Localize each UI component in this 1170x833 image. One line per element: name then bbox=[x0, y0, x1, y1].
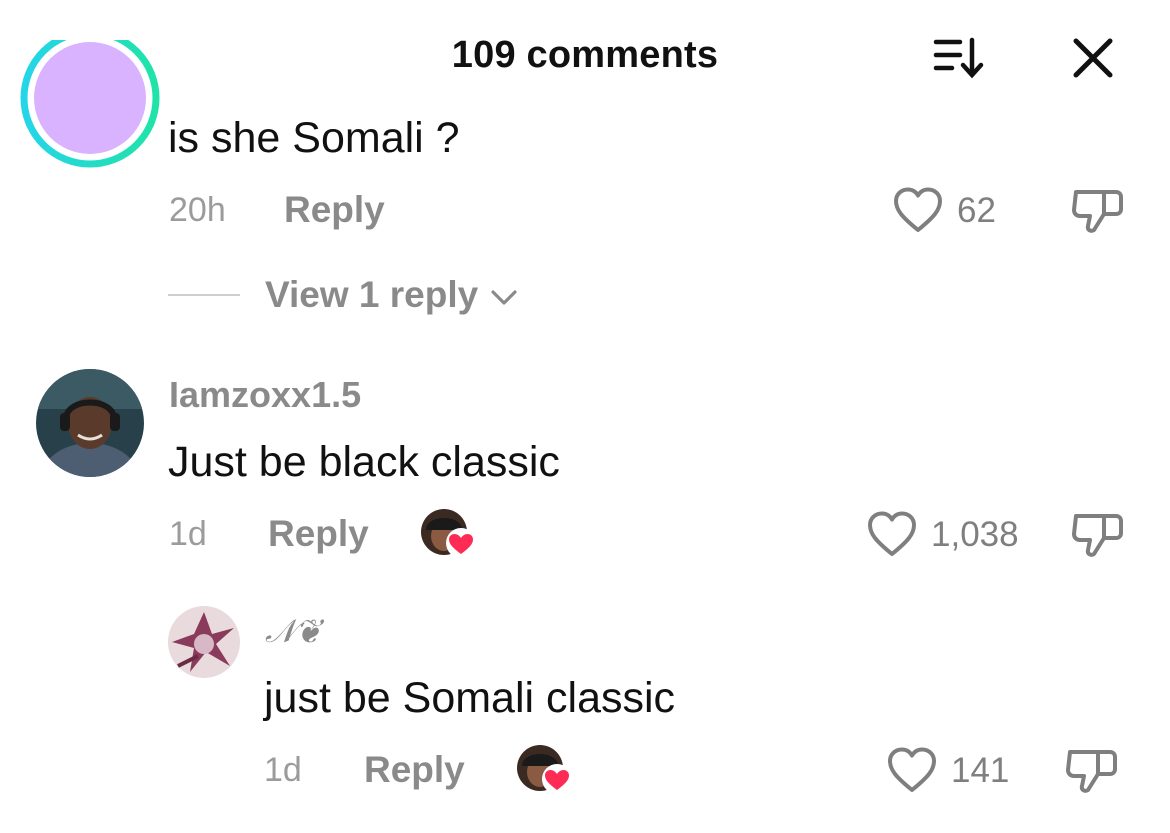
reply-button[interactable]: Reply bbox=[284, 189, 385, 231]
comment-username[interactable]: Iamzoxx1.5 bbox=[169, 374, 361, 416]
replies-divider bbox=[168, 294, 240, 296]
dislike-button[interactable] bbox=[1064, 746, 1120, 801]
sort-icon bbox=[933, 37, 984, 79]
comment-text: is she Somali ? bbox=[168, 114, 460, 162]
heart-icon bbox=[894, 187, 942, 232]
comment-time: 1d bbox=[169, 515, 207, 553]
dislike-icon bbox=[1072, 514, 1123, 557]
comment-time: 1d bbox=[264, 751, 302, 789]
heart-icon bbox=[888, 747, 936, 792]
close-icon bbox=[1073, 38, 1113, 78]
avatar[interactable] bbox=[36, 369, 144, 477]
reply-button[interactable]: Reply bbox=[364, 749, 465, 791]
creator-liked-badge bbox=[516, 744, 572, 794]
creator-liked-badge bbox=[420, 508, 476, 558]
like-button[interactable] bbox=[866, 510, 918, 563]
dislike-button[interactable] bbox=[1070, 186, 1126, 241]
comment-time: 20h bbox=[169, 191, 226, 229]
view-replies-label: View 1 reply bbox=[265, 274, 479, 315]
dislike-button[interactable] bbox=[1070, 510, 1126, 565]
comments-sheet: 109 comments is she Somali ? 20h Reply 6… bbox=[0, 0, 1170, 833]
heart-icon bbox=[868, 511, 916, 556]
like-count: 141 bbox=[951, 751, 1010, 790]
comment-text: just be Somali classic bbox=[264, 674, 676, 722]
like-count: 62 bbox=[957, 191, 996, 230]
avatar[interactable] bbox=[20, 40, 160, 168]
view-replies-button[interactable]: View 1 reply bbox=[265, 274, 519, 316]
like-count: 1,038 bbox=[931, 515, 1019, 554]
sort-button[interactable] bbox=[930, 34, 992, 82]
dislike-icon bbox=[1072, 190, 1123, 233]
comment-text: Just be black classic bbox=[168, 438, 560, 486]
chevron-down-icon bbox=[490, 290, 517, 305]
like-button[interactable] bbox=[886, 746, 938, 799]
dislike-icon bbox=[1066, 750, 1117, 793]
comments-count-title: 109 comments bbox=[451, 34, 719, 76]
avatar[interactable] bbox=[168, 606, 240, 678]
comment-username[interactable]: 𝒩❦ bbox=[265, 612, 320, 651]
reply-button[interactable]: Reply bbox=[268, 513, 369, 555]
like-button[interactable] bbox=[892, 186, 944, 239]
close-button[interactable] bbox=[1066, 34, 1118, 82]
